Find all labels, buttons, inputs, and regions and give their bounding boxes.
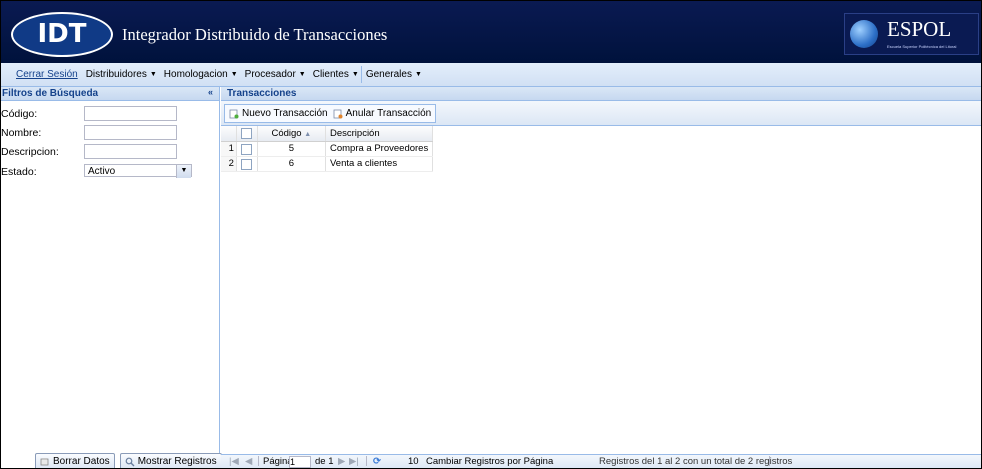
search-icon [125, 457, 135, 466]
prev-page-icon[interactable]: ◀ [245, 456, 252, 468]
chevron-down-icon: ▼ [351, 70, 359, 78]
codigo-column-header[interactable]: Código ▲ [258, 126, 326, 141]
idt-logo: IDT [11, 12, 113, 57]
menu-homologacion[interactable]: Homologacion ▼ [164, 69, 238, 80]
select-all-checkbox[interactable] [237, 126, 258, 141]
clear-button[interactable]: Borrar Datos [35, 453, 115, 468]
menu-clientes[interactable]: Clientes ▼ [313, 69, 359, 80]
espol-name: ESPOL [887, 17, 952, 41]
collapse-icon[interactable]: « [205, 87, 216, 98]
filters-panel-header: Filtros de Búsqueda « [1, 87, 219, 101]
pager-separator [258, 456, 259, 467]
eraser-icon [40, 457, 49, 465]
estado-label: Estado: [1, 166, 37, 178]
menu-separator [361, 66, 362, 83]
descripcion-label: Descripcion: [1, 146, 59, 158]
refresh-icon[interactable]: ⟳ [373, 456, 381, 468]
chevron-down-icon: ▼ [414, 70, 422, 78]
delete-document-icon [333, 109, 343, 118]
rownum-header [221, 126, 237, 141]
menu-label: Generales [365, 68, 412, 80]
codigo-row: Código: [1, 106, 219, 122]
page-size-label: Cambiar Registros por Página [426, 456, 554, 467]
new-transaction-label: Nuevo Transacción [242, 108, 328, 119]
grid-header: Código ▲ Descripción [221, 126, 433, 142]
grid-pager: |◀ ◀ Página de 1 ▶ ▶| ⟳ 10 Cambiar Regis… [221, 454, 981, 468]
filters-buttons: Borrar Datos Mostrar Registros [35, 453, 222, 468]
pager-separator [366, 456, 367, 467]
descripcion-cell: Compra a Proveedores [326, 142, 433, 156]
table-row[interactable]: 1 5 Compra a Proveedores [221, 142, 433, 157]
menu-generales[interactable]: Generales ▼ [366, 69, 422, 80]
descripcion-cell: Venta a clientes [326, 157, 433, 171]
table-row[interactable]: 2 6 Venta a clientes [221, 157, 433, 172]
first-page-icon[interactable]: |◀ [229, 456, 239, 468]
filters-title: Filtros de Búsqueda [2, 88, 99, 99]
codigo-label: Código: [1, 108, 38, 120]
chevron-down-icon: ▼ [149, 70, 157, 78]
transactions-panel: Transacciones Nuevo Transacción Anular T… [221, 87, 981, 468]
espol-subtitle: Escuela Superior Politécnica del Litoral [887, 44, 957, 49]
menu-distribuidores[interactable]: Distribuidores ▼ [86, 69, 157, 80]
codigo-cell: 6 [258, 157, 326, 171]
menu-label: Clientes [312, 68, 349, 80]
menu-procesador[interactable]: Procesador ▼ [245, 69, 306, 80]
transactions-panel-header: Transacciones [221, 87, 981, 101]
page-size-value[interactable]: 10 [408, 456, 419, 468]
menu-label: Distribuidores [85, 68, 147, 80]
codigo-input[interactable] [84, 106, 177, 121]
row-number: 1 [221, 142, 237, 156]
checkbox-box [241, 128, 253, 139]
row-checkbox[interactable] [237, 142, 258, 156]
new-transaction-button[interactable]: Nuevo Transacción [229, 108, 328, 119]
menu-label: Procesador [244, 68, 296, 80]
descripcion-column-header[interactable]: Descripción [326, 126, 433, 141]
descripcion-input[interactable] [84, 144, 177, 159]
logout-link[interactable]: Cerrar Sesión [16, 69, 78, 80]
chevron-down-icon: ▼ [230, 70, 238, 78]
codigo-column-label: Código [271, 128, 302, 139]
descripcion-row: Descripcion: [1, 144, 219, 160]
estado-value: Activo [88, 166, 116, 177]
transactions-grid: Código ▲ Descripción 1 5 Compra a Provee… [221, 126, 433, 172]
cancel-transaction-button[interactable]: Anular Transacción [333, 108, 432, 119]
checkbox-box [241, 143, 253, 155]
nombre-input[interactable] [84, 125, 177, 140]
app-title: Integrador Distribuido de Transacciones [122, 25, 388, 44]
records-summary: Registros del 1 al 2 con un total de 2 r… [599, 456, 793, 467]
next-page-icon[interactable]: ▶ [338, 456, 345, 468]
nombre-row: Nombre: [1, 125, 219, 141]
row-checkbox[interactable] [237, 157, 258, 171]
cancel-transaction-label: Anular Transacción [345, 108, 432, 119]
last-page-icon[interactable]: ▶| [349, 456, 359, 468]
sort-asc-icon: ▲ [304, 131, 312, 138]
globe-icon [850, 20, 878, 48]
filters-panel: Filtros de Búsqueda « Código: Nombre: De… [1, 87, 222, 468]
row-number: 2 [221, 157, 237, 171]
app-header: IDT Integrador Distribuido de Transaccio… [1, 1, 981, 63]
show-records-button[interactable]: Mostrar Registros [119, 453, 222, 468]
menu-label: Homologacion [163, 68, 228, 80]
transactions-title: Transacciones [227, 88, 297, 99]
estado-select[interactable]: Activo ▼ [84, 164, 192, 178]
pager-separator [769, 456, 770, 467]
chevron-down-icon: ▼ [298, 70, 306, 78]
page-input[interactable] [289, 456, 311, 468]
page-count: de 1 [315, 456, 334, 467]
estado-row: Estado: Activo ▼ [1, 164, 219, 180]
clear-label: Borrar Datos [53, 456, 110, 467]
nombre-label: Nombre: [1, 127, 42, 139]
transactions-toolbar: Nuevo Transacción Anular Transacción [221, 101, 981, 126]
main-menubar: Cerrar Sesión Distribuidores ▼ Homologaci… [1, 63, 981, 87]
app-window: IDT Integrador Distribuido de Transaccio… [0, 0, 982, 469]
chevron-down-icon[interactable]: ▼ [176, 165, 191, 178]
checkbox-box [241, 158, 253, 170]
codigo-cell: 5 [258, 142, 326, 156]
add-document-icon [229, 109, 239, 118]
espol-logo: ESPOL Escuela Superior Politécnica del L… [844, 13, 979, 55]
show-records-label: Mostrar Registros [137, 456, 217, 467]
